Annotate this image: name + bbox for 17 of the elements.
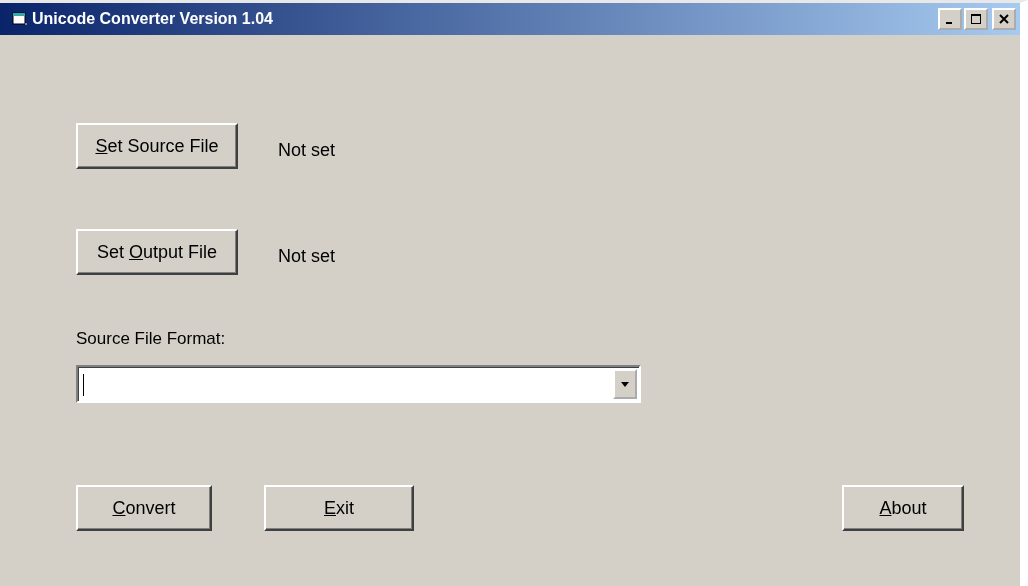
- action-button[interactable]: Convert: [76, 485, 212, 531]
- set-file-button[interactable]: Set Source File: [76, 123, 238, 169]
- file-status-text: Not set: [278, 139, 336, 161]
- format-dropdown[interactable]: [76, 365, 641, 403]
- set-file-button[interactable]: Set Output File: [76, 229, 238, 275]
- close-icon: [999, 14, 1009, 24]
- window-app-icon: [12, 12, 28, 26]
- maximize-button[interactable]: [964, 8, 988, 30]
- file-status-text: Not set: [278, 245, 336, 267]
- close-button[interactable]: [992, 8, 1016, 30]
- action-button[interactable]: Exit: [264, 485, 414, 531]
- action-button[interactable]: About: [842, 485, 964, 531]
- minimize-button[interactable]: [938, 8, 962, 30]
- window-title: Unicode Converter Version 1.04: [32, 10, 273, 28]
- maximize-icon: [971, 14, 981, 24]
- minimize-icon: [945, 21, 952, 24]
- format-label: Source File Format:: [76, 329, 227, 349]
